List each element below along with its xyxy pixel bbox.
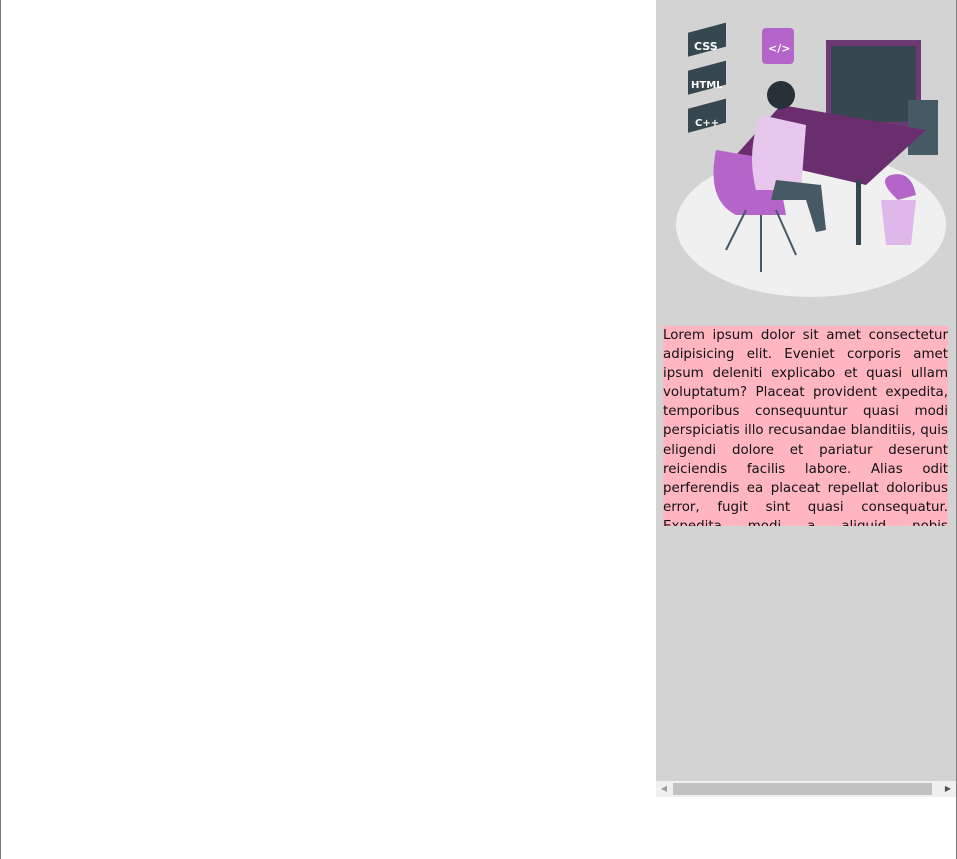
window-border-left [0, 0, 1, 859]
developer-illustration: CSS HTML C++ </> [676, 22, 946, 297]
css-label: CSS [694, 40, 718, 53]
cpp-label: C++ [695, 118, 719, 129]
scrollbar-thumb[interactable] [673, 783, 932, 795]
code-tag-label: </> [768, 42, 790, 55]
side-panel[interactable]: CSS HTML C++ </> Lorem ipsum dolor sit a… [656, 0, 956, 781]
lorem-text-box: Lorem ipsum dolor sit amet consectetur a… [663, 326, 948, 526]
scroll-right-arrow-icon[interactable]: ▶ [940, 781, 956, 797]
scroll-left-arrow-icon[interactable]: ◀ [656, 781, 672, 797]
horizontal-scrollbar[interactable]: ◀ ▶ [656, 781, 956, 797]
html-label: HTML [691, 80, 723, 91]
